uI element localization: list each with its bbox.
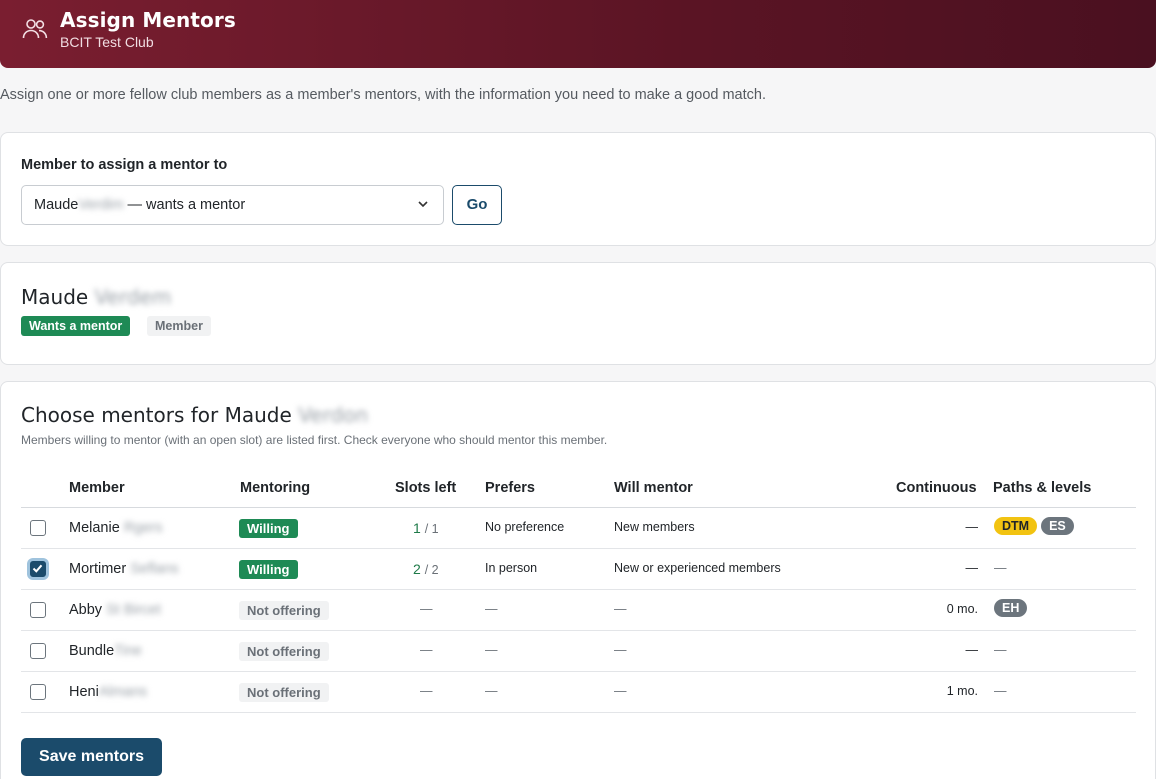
prefers: In person xyxy=(485,561,538,575)
col-mentoring: Mentoring xyxy=(240,480,311,496)
col-continuous: Continuous xyxy=(896,480,977,496)
table-row: Abby St Bircet Not offering — — — 0 mo. … xyxy=(21,590,1136,631)
first-name: Bundle xyxy=(69,643,115,659)
mentoring-status: Not offering xyxy=(239,601,329,620)
page-header: Assign Mentors BCIT Test Club xyxy=(0,0,1156,68)
path-badge: ES xyxy=(1041,517,1074,535)
member-name: BundleTine xyxy=(69,643,142,659)
first-name: Abby xyxy=(69,602,103,618)
last-name: Seflans xyxy=(130,561,179,577)
table-row: BundleTine Not offering — — — — — xyxy=(21,631,1136,672)
last-name: Rgers xyxy=(123,520,163,536)
continuous: — xyxy=(965,561,979,575)
select-mentor-checkbox[interactable] xyxy=(30,520,46,536)
users-icon xyxy=(22,19,48,39)
prefers: — xyxy=(485,684,498,698)
col-prefers: Prefers xyxy=(485,480,535,496)
will-mentor: — xyxy=(614,643,627,657)
select-mentor-checkbox[interactable] xyxy=(30,602,46,618)
member-summary-card: Maude Verdem Wants a mentor Member xyxy=(0,262,1156,365)
slots-left: 1 / 1 xyxy=(413,520,439,536)
continuous: 0 mo. xyxy=(946,602,978,616)
slots-left: — xyxy=(420,643,433,657)
prefers: No preference xyxy=(485,520,565,534)
mentoring-status: Willing xyxy=(239,560,298,579)
paths-levels: — xyxy=(994,643,1007,657)
mentors-table: Member Mentoring Slots left Prefers Will… xyxy=(21,472,1136,713)
continuous: — xyxy=(965,643,979,657)
page-title: Assign Mentors xyxy=(60,8,236,32)
member-select[interactable]: MaudeVerdim — wants a mentor xyxy=(21,185,444,225)
table-row: Melanie Rgers Willing 1 / 1 No preferenc… xyxy=(21,508,1136,549)
member-selector-card: Member to assign a mentor to MaudeVerdim… xyxy=(0,132,1156,246)
path-badge: EH xyxy=(994,599,1028,617)
slots-open: 1 xyxy=(413,520,421,536)
member-last-name: Verdem xyxy=(94,285,172,309)
choose-mentors-subtitle: Members willing to mentor (with an open … xyxy=(21,433,608,447)
mentoring-status: Not offering xyxy=(239,642,329,661)
will-mentor: — xyxy=(614,684,627,698)
slots-left: 2 / 2 xyxy=(413,561,439,577)
col-member: Member xyxy=(69,480,125,496)
member-name: HeniAlmans xyxy=(69,684,147,700)
first-name: Mortimer xyxy=(69,561,127,577)
member-name: Melanie Rgers xyxy=(69,520,163,536)
mentoring-status: Willing xyxy=(239,519,298,538)
first-name: Heni xyxy=(69,684,99,700)
member-first-name: Maude xyxy=(21,285,89,309)
path-badge: DTM xyxy=(994,517,1038,535)
first-name: Melanie xyxy=(69,520,120,536)
last-name: Tine xyxy=(114,643,142,659)
prefers: — xyxy=(485,643,498,657)
slots-left: — xyxy=(420,684,433,698)
choose-title-last-name: Verdon xyxy=(298,403,369,427)
prefers: — xyxy=(485,602,498,616)
slots-total: / 2 xyxy=(424,563,439,577)
slots-total: / 1 xyxy=(424,522,439,536)
paths-levels: DTM ES xyxy=(994,517,1074,535)
role-badge: Member xyxy=(147,316,211,336)
last-name: Almans xyxy=(98,684,148,700)
selected-status: — wants a mentor xyxy=(123,197,246,213)
selected-first-name: Maude xyxy=(34,197,79,213)
continuous: — xyxy=(965,520,979,534)
member-name: Maude Verdem xyxy=(21,285,171,309)
table-header: Member Mentoring Slots left Prefers Will… xyxy=(21,472,1136,508)
select-mentor-checkbox[interactable] xyxy=(30,561,46,577)
paths-levels: — xyxy=(994,561,1007,575)
choose-mentors-card: Choose mentors for Maude Verdon Members … xyxy=(0,381,1156,779)
member-select-label: Member to assign a mentor to xyxy=(21,157,228,173)
table-row: Mortimer Seflans Willing 2 / 2 In person… xyxy=(21,549,1136,590)
slots-open: 2 xyxy=(413,561,421,577)
slots-left: — xyxy=(420,602,433,616)
chevron-down-icon xyxy=(418,201,428,208)
col-slots-left: Slots left xyxy=(395,480,457,496)
will-mentor: New members xyxy=(614,520,695,534)
continuous: 1 mo. xyxy=(946,684,978,698)
select-mentor-checkbox[interactable] xyxy=(30,643,46,659)
save-mentors-button[interactable]: Save mentors xyxy=(21,738,162,776)
check-icon xyxy=(32,564,43,573)
col-paths-levels: Paths & levels xyxy=(993,480,1092,496)
table-row: HeniAlmans Not offering — — — 1 mo. — xyxy=(21,672,1136,713)
col-will-mentor: Will mentor xyxy=(614,480,693,496)
will-mentor: — xyxy=(614,602,627,616)
paths-levels: — xyxy=(994,684,1007,698)
go-button[interactable]: Go xyxy=(452,185,502,225)
selected-last-name: Verdim xyxy=(78,197,124,213)
choose-title-text: Choose mentors for Maude xyxy=(21,403,292,427)
last-name: St Bircet xyxy=(106,602,161,618)
mentoring-status: Not offering xyxy=(239,683,329,702)
member-name: Mortimer Seflans xyxy=(69,561,179,577)
select-mentor-checkbox[interactable] xyxy=(30,684,46,700)
paths-levels: EH xyxy=(994,599,1028,617)
intro-text: Assign one or more fellow club members a… xyxy=(0,87,766,103)
will-mentor: New or experienced members xyxy=(614,561,781,575)
choose-mentors-title: Choose mentors for Maude Verdon xyxy=(21,403,368,427)
club-name: BCIT Test Club xyxy=(60,34,154,50)
status-badge: Wants a mentor xyxy=(21,316,131,336)
member-name: Abby St Bircet xyxy=(69,602,161,618)
